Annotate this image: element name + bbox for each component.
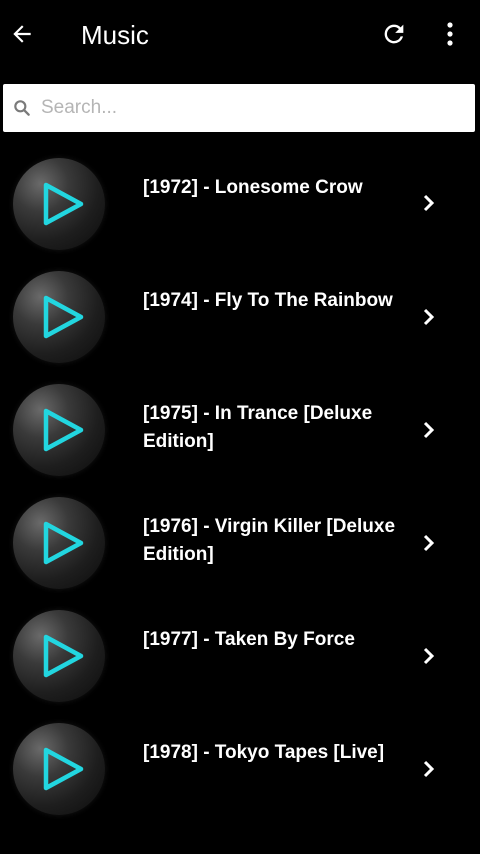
list-item[interactable]: [1972] - Lonesome Crow: [0, 146, 480, 259]
play-icon: [43, 408, 84, 452]
search-input[interactable]: [41, 90, 461, 126]
search-bar[interactable]: [3, 84, 475, 132]
toolbar: Music: [0, 0, 480, 72]
list-item[interactable]: [1977] - Taken By Force: [0, 598, 480, 711]
play-icon: [43, 295, 84, 339]
play-icon: [43, 521, 84, 565]
play-button[interactable]: [13, 158, 105, 250]
refresh-button[interactable]: [374, 14, 414, 54]
list-item[interactable]: [1975] - In Trance [Deluxe Edition]: [0, 372, 480, 485]
refresh-icon: [384, 24, 404, 44]
chevron-right-icon: [423, 647, 435, 665]
play-button[interactable]: [13, 271, 105, 363]
play-button[interactable]: [13, 610, 105, 702]
chevron-right-icon: [423, 308, 435, 326]
album-title: [1972] - Lonesome Crow: [143, 177, 363, 198]
play-button[interactable]: [13, 497, 105, 589]
play-button[interactable]: [13, 723, 105, 815]
search-icon: [14, 100, 30, 116]
chevron-right-icon: [423, 421, 435, 439]
play-icon: [43, 182, 84, 226]
chevron-right-icon: [423, 534, 435, 552]
chevron-right-icon: [423, 760, 435, 778]
album-list: [1972] - Lonesome Crow [1974] - Fly To T…: [0, 146, 480, 824]
arrow-left-icon: [13, 25, 31, 43]
back-button[interactable]: [4, 12, 40, 56]
list-item[interactable]: [1978] - Tokyo Tapes [Live]: [0, 711, 480, 824]
album-title: [1978] - Tokyo Tapes [Live]: [143, 742, 385, 763]
album-title: [1975] - In Trance [Deluxe Edition]: [143, 403, 373, 452]
album-title: [1974] - Fly To The Rainbow: [143, 290, 393, 311]
album-title: [1976] - Virgin Killer [Deluxe Edition]: [143, 516, 396, 565]
album-title: [1977] - Taken By Force: [143, 629, 355, 650]
music-screen: Music [1972] - Lon: [0, 0, 480, 854]
play-icon: [43, 634, 84, 678]
list-item[interactable]: [1976] - Virgin Killer [Deluxe Edition]: [0, 485, 480, 598]
more-vertical-icon: [447, 22, 453, 46]
more-options-button[interactable]: [432, 14, 468, 54]
page-title: Music: [81, 20, 149, 50]
list-item[interactable]: [1974] - Fly To The Rainbow: [0, 259, 480, 372]
chevron-right-icon: [423, 194, 435, 212]
play-icon: [43, 747, 84, 791]
play-button[interactable]: [13, 384, 105, 476]
